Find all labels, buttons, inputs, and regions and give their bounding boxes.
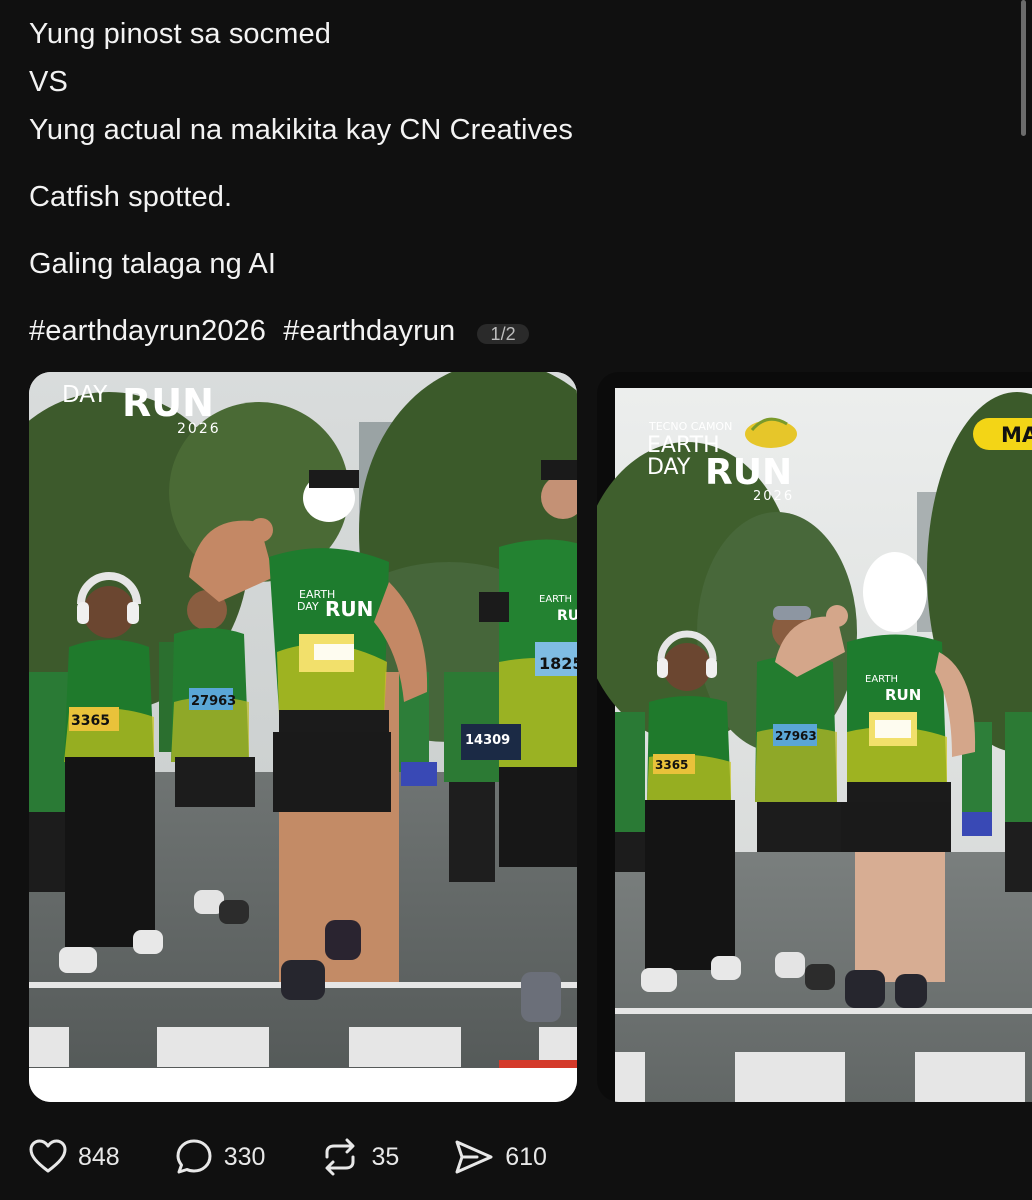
shirt-logo-run: RUN <box>557 608 577 624</box>
bib-number: 3365 <box>71 713 110 729</box>
like-count: 848 <box>78 1142 120 1171</box>
post-line-3: Yung actual na makikita kay CN Creatives <box>29 114 573 146</box>
event-logo-year: 2026 <box>753 489 794 504</box>
shirt-logo-earth: EARTH <box>865 674 898 685</box>
event-logo-run: RUN <box>705 452 792 493</box>
post-line-5: Galing talaga ng AI <box>29 248 276 280</box>
bib-number: 27963 <box>191 694 236 709</box>
post-photo-2[interactable]: 3365 27963 EARTH RUN TECNO CAMON EARTH D… <box>597 372 1032 1102</box>
bib-number: 3365 <box>655 758 688 772</box>
shirt-logo-earth: EARTH <box>539 594 572 605</box>
event-logo-day: DAY <box>647 455 691 480</box>
hashtag-link[interactable]: #earthdayrun <box>283 315 455 347</box>
event-brand: TECNO CAMON <box>648 420 732 433</box>
shirt-logo-run: RUN <box>325 597 373 621</box>
hashtag-link[interactable]: #earthdayrun2026 <box>29 315 266 347</box>
repost-icon <box>319 1137 361 1177</box>
event-logo-run: RUN <box>122 381 214 425</box>
carousel-counter: 1/2 <box>477 324 529 344</box>
heart-icon <box>28 1137 68 1177</box>
post-line-1: Yung pinost sa socmed <box>29 18 331 50</box>
post-page: Yung pinost sa socmed VS Yung actual na … <box>0 0 1032 1200</box>
bib-number: 27963 <box>775 729 817 743</box>
post-photo-1[interactable]: 3365 27963 EARTH DAY RUN EARTH RU 182 14… <box>29 372 577 1102</box>
event-logo-year: 2026 <box>177 421 221 437</box>
hashtag-row: #earthdayrun2026 #earthdayrun 1/2 <box>29 307 969 355</box>
media-carousel[interactable]: 3365 27963 EARTH DAY RUN EARTH RU 182 14… <box>0 370 1032 1105</box>
action-bar: 848 330 35 610 <box>28 1134 601 1180</box>
send-icon <box>453 1137 495 1177</box>
post-line-4: Catfish spotted. <box>29 181 233 213</box>
photo-badge: MA <box>1001 423 1032 447</box>
scrollbar[interactable] <box>1021 0 1026 136</box>
like-button[interactable]: 848 <box>28 1137 120 1177</box>
event-logo-day: DAY <box>62 382 108 408</box>
repost-count: 35 <box>371 1142 400 1171</box>
post-body: Yung pinost sa socmed VS Yung actual na … <box>29 10 969 355</box>
bib-number: 1825 <box>539 654 577 673</box>
post-line-2: VS <box>29 66 68 98</box>
shirt-logo-run: RUN <box>885 686 921 704</box>
share-button[interactable]: 610 <box>453 1137 547 1177</box>
reply-button[interactable]: 330 <box>174 1137 266 1177</box>
repost-button[interactable]: 35 <box>319 1137 399 1177</box>
share-count: 610 <box>505 1142 547 1171</box>
comment-icon <box>174 1137 214 1177</box>
shirt-logo-day: DAY <box>297 600 319 613</box>
reply-count: 330 <box>223 1142 266 1171</box>
bib-number: 14309 <box>465 733 510 748</box>
